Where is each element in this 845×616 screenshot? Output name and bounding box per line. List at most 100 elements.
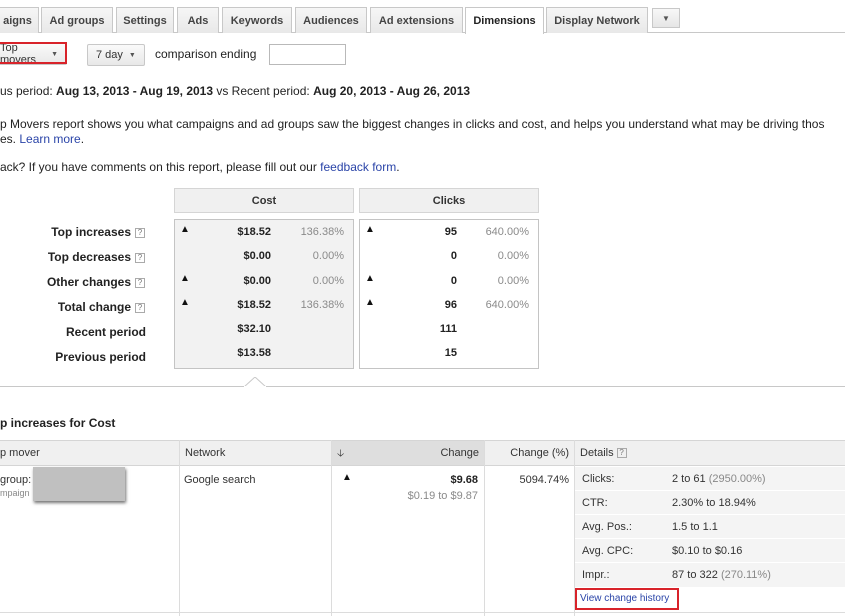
clicks-previous-period-value: 15 bbox=[444, 347, 457, 359]
period-vs: vs Recent period: bbox=[213, 84, 314, 98]
pointer-notch-icon bbox=[244, 377, 266, 388]
previous-period-range: Aug 13, 2013 - Aug 19, 2013 bbox=[56, 84, 214, 98]
description-prefix: es. bbox=[0, 132, 20, 146]
arrow-up-icon: ▲ bbox=[180, 224, 190, 235]
learn-more-link[interactable]: Learn more bbox=[19, 132, 80, 146]
clicks-total-change-pct: 640.00% bbox=[485, 299, 529, 311]
more-tabs-dropdown[interactable]: ▼ bbox=[652, 8, 680, 28]
description-suffix: . bbox=[80, 132, 85, 146]
details-divider bbox=[575, 490, 845, 491]
col-header-change-label: Change bbox=[440, 447, 479, 459]
row-label-recent-period: Recent period bbox=[65, 325, 146, 339]
clicks-other-changes-value: 0 bbox=[450, 275, 457, 287]
tab-ad-extensions[interactable]: Ad extensions bbox=[370, 7, 463, 33]
row-label-other-changes: Other changes? bbox=[47, 275, 145, 289]
arrow-up-icon: ▲ bbox=[365, 224, 375, 235]
row-label-top-increases: Top increases? bbox=[51, 225, 145, 239]
feedback-suffix: . bbox=[396, 160, 400, 174]
details-divider bbox=[575, 514, 845, 515]
row-network: Google search bbox=[184, 474, 256, 486]
section-divider bbox=[0, 386, 845, 387]
help-icon[interactable]: ? bbox=[135, 253, 145, 263]
tab-ad-groups[interactable]: Ad groups bbox=[41, 7, 113, 33]
highlight-box bbox=[575, 588, 679, 610]
arrow-up-icon: ▲ bbox=[365, 297, 375, 308]
recent-period-range: Aug 20, 2013 - Aug 26, 2013 bbox=[313, 84, 471, 98]
column-separator bbox=[484, 440, 485, 616]
detail-value-clicks: 2 to 61 (2950.00%) bbox=[672, 473, 766, 485]
row-label-total-change: Total change? bbox=[58, 300, 145, 314]
tab-keywords[interactable]: Keywords bbox=[222, 7, 292, 33]
arrow-up-icon: ▲ bbox=[180, 297, 190, 308]
arrow-up-icon: ▲ bbox=[180, 273, 190, 284]
cost-header: Cost bbox=[174, 188, 354, 213]
details-divider bbox=[575, 538, 845, 539]
help-icon[interactable]: ? bbox=[135, 278, 145, 288]
tab-audiences[interactable]: Audiences bbox=[295, 7, 367, 33]
period-select-label: 7 day bbox=[96, 49, 123, 61]
detail-value-avg-pos: 1.5 to 1.1 bbox=[672, 521, 718, 533]
clicks-top-decreases-pct: 0.00% bbox=[497, 250, 529, 262]
feedback-prefix: ack? If you have comments on this report… bbox=[0, 160, 321, 174]
comparison-date-input[interactable] bbox=[269, 44, 346, 65]
tab-display-network[interactable]: Display Network bbox=[546, 7, 648, 33]
mover-adgroup-label: group: bbox=[0, 474, 32, 486]
detail-label-clicks: Clicks: bbox=[582, 473, 615, 485]
clicks-other-changes-pct: 0.00% bbox=[497, 275, 529, 287]
sort-arrow-down-icon: 🡣 bbox=[337, 448, 345, 459]
help-icon[interactable]: ? bbox=[616, 448, 627, 458]
cost-top-decreases-pct: 0.00% bbox=[312, 250, 344, 262]
feedback-form-link[interactable]: feedback form bbox=[320, 160, 396, 174]
clicks-total-change-value: 96 bbox=[444, 299, 457, 311]
clicks-top-increases-pct: 640.00% bbox=[485, 226, 529, 238]
col-header-details[interactable]: Details? bbox=[575, 440, 845, 466]
help-icon[interactable]: ? bbox=[135, 303, 145, 313]
col-header-mover[interactable]: p mover bbox=[0, 440, 180, 466]
period-line: us period: Aug 13, 2013 - Aug 19, 2013 v… bbox=[0, 84, 470, 98]
help-icon[interactable]: ? bbox=[135, 228, 145, 238]
detail-label-impr: Impr.: bbox=[582, 569, 610, 581]
report-description-line2: es. Learn more. bbox=[0, 132, 84, 146]
clicks-top-increases-value: 95 bbox=[444, 226, 457, 238]
row-change-range: $0.19 to $9.87 bbox=[407, 490, 478, 502]
clicks-recent-period-value: 111 bbox=[439, 323, 457, 335]
tab-settings[interactable]: Settings bbox=[116, 7, 174, 33]
section-title: p increases for Cost bbox=[0, 416, 116, 430]
period-prefix: us period: bbox=[0, 84, 57, 98]
cost-top-decreases-value: $0.00 bbox=[243, 250, 271, 262]
row-change-value: $9.68 bbox=[450, 474, 478, 486]
cost-recent-period-value: $32.10 bbox=[237, 323, 271, 335]
col-header-change[interactable]: 🡣 Change bbox=[332, 440, 485, 466]
tab-dimensions[interactable]: Dimensions bbox=[465, 7, 544, 34]
caret-down-icon: ▼ bbox=[128, 51, 136, 59]
row-bottom-border bbox=[0, 612, 845, 613]
highlight-box bbox=[0, 42, 67, 64]
mover-campaign-label: mpaign bbox=[0, 488, 30, 498]
cost-total-change-pct: 136.38% bbox=[300, 299, 344, 311]
triangle-down-icon: ▼ bbox=[662, 13, 670, 23]
tab-ads[interactable]: Ads bbox=[177, 7, 219, 33]
detail-value-avg-cpc: $0.10 to $0.16 bbox=[672, 545, 743, 557]
row-change-pct: 5094.74% bbox=[519, 474, 569, 486]
arrow-up-icon: ▲ bbox=[365, 273, 375, 284]
period-select-button[interactable]: 7 day ▼ bbox=[87, 44, 145, 66]
cost-total-change-value: $18.52 bbox=[237, 299, 271, 311]
details-divider bbox=[575, 562, 845, 563]
clicks-top-decreases-value: 0 bbox=[450, 250, 457, 262]
tab-campaigns[interactable]: aigns bbox=[0, 7, 39, 33]
report-description-line1: p Movers report shows you what campaigns… bbox=[0, 117, 825, 131]
detail-value-impr: 87 to 322 (270.11%) bbox=[672, 569, 771, 581]
redacted-name-block bbox=[33, 467, 125, 501]
col-header-network[interactable]: Network bbox=[180, 440, 332, 466]
cost-top-increases-value: $18.52 bbox=[237, 226, 271, 238]
detail-label-ctr: CTR: bbox=[582, 497, 608, 509]
arrow-up-icon: ▲ bbox=[342, 472, 352, 483]
clicks-header: Clicks bbox=[359, 188, 539, 213]
row-label-top-decreases: Top decreases? bbox=[48, 250, 145, 264]
col-header-change-pct[interactable]: Change (%) bbox=[485, 440, 575, 466]
tab-bar: aigns Ad groups Settings Ads Keywords Au… bbox=[0, 0, 845, 34]
cost-top-increases-pct: 136.38% bbox=[300, 226, 344, 238]
detail-value-ctr: 2.30% to 18.94% bbox=[672, 497, 756, 509]
cost-other-changes-pct: 0.00% bbox=[312, 275, 344, 287]
col-header-details-label: Details bbox=[580, 447, 614, 459]
